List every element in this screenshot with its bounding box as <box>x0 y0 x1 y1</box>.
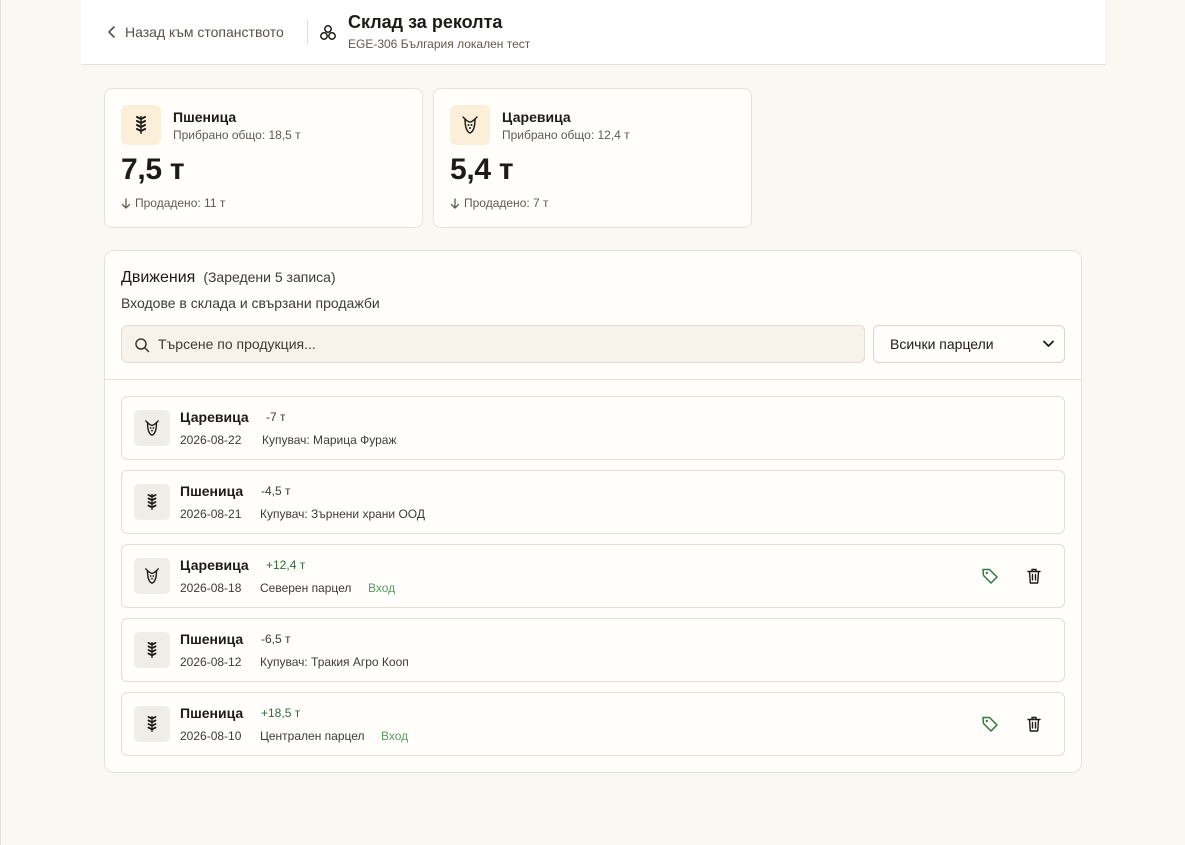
stat-sold: Продадено: 11 т <box>121 196 225 210</box>
tag-icon[interactable] <box>981 715 999 733</box>
row-crop-name: Царевица <box>180 409 249 425</box>
row-detail: Купувач: Тракия Агро Кооп <box>260 655 409 669</box>
page-subtitle: EGE-306 България локален тест <box>348 37 531 51</box>
movements-description: Входове в склада и свързани продажби <box>121 295 380 311</box>
stat-card-corn: Царевица Прибрано общо: 12,4 т 5,4 т Про… <box>433 88 752 228</box>
row-icon-box <box>134 706 170 742</box>
stat-sold-label: Продадено: 11 т <box>135 196 226 210</box>
arrow-down-icon <box>121 197 131 209</box>
stat-sold-label: Продадено: 7 т <box>464 196 549 210</box>
wheat-icon <box>147 641 157 658</box>
stat-harvested-total: Прибрано общо: 12,4 т <box>502 128 630 142</box>
movement-row: Царевица -7 т 2026-08-22 Купувач: Марица… <box>121 396 1065 460</box>
row-icon-box <box>134 632 170 668</box>
search-input[interactable] <box>158 326 848 362</box>
trash-icon[interactable] <box>1025 567 1043 585</box>
movements-heading: Движения (Заредени 5 записа) <box>121 269 336 287</box>
row-detail: Купувач: Зърнени храни ООД <box>260 507 425 521</box>
row-crop-name: Царевица <box>180 557 249 573</box>
row-quantity: -7 т <box>266 410 286 424</box>
movement-row: Пшеница -6,5 т 2026-08-12 Купувач: Траки… <box>121 618 1065 682</box>
search-box[interactable] <box>121 325 865 363</box>
row-date: 2026-08-10 <box>180 729 242 743</box>
row-date: 2026-08-21 <box>180 507 242 521</box>
wheat-icon <box>136 116 146 134</box>
row-quantity: -6,5 т <box>261 632 291 646</box>
row-icon-box <box>134 558 170 594</box>
back-to-farm-link[interactable]: Назад към стопанството <box>107 22 284 42</box>
grain-pile-icon <box>320 25 336 40</box>
wheat-icon <box>147 494 157 510</box>
search-icon <box>135 338 150 353</box>
row-entry-badge: Вход <box>381 729 409 743</box>
corn-icon <box>145 420 159 436</box>
page-left-border <box>0 0 1 845</box>
row-icon-box <box>134 484 170 520</box>
trash-icon[interactable] <box>1025 715 1043 733</box>
row-quantity: +18,5 т <box>261 706 301 720</box>
movements-title: Движения <box>121 269 196 286</box>
row-detail: Купувач: Марица Фураж <box>262 433 397 447</box>
row-quantity: +12,4 т <box>266 558 306 572</box>
chevron-down-icon <box>1043 340 1054 347</box>
row-detail: Северен парцел <box>260 581 352 595</box>
corn-icon <box>462 116 478 134</box>
stat-harvested-total: Прибрано общо: 18,5 т <box>173 128 301 142</box>
stat-sold: Продадено: 7 т <box>450 196 549 210</box>
plot-filter-select[interactable]: Всички парцели <box>873 325 1065 363</box>
stat-icon-box <box>450 105 490 145</box>
tag-icon[interactable] <box>981 567 999 585</box>
movements-card: Движения (Заредени 5 записа) Входове в с… <box>104 250 1082 773</box>
row-icon-box <box>134 410 170 446</box>
page-header: Назад към стопанството Склад за реколта … <box>81 0 1105 65</box>
back-link-label: Назад към стопанството <box>125 24 284 40</box>
movement-row: Пшеница +18,5 т 2026-08-10 Централен пар… <box>121 692 1065 756</box>
movement-row: Пшеница -4,5 т 2026-08-21 Купувач: Зърне… <box>121 470 1065 534</box>
stat-crop-name: Пшеница <box>173 109 237 125</box>
stat-stock-value: 5,4 т <box>450 153 514 186</box>
arrow-down-icon <box>450 197 460 209</box>
stat-stock-value: 7,5 т <box>121 153 185 186</box>
movements-count: (Заредени 5 записа) <box>203 269 336 285</box>
stat-card-wheat: Пшеница Прибрано общо: 18,5 т 7,5 т Прод… <box>104 88 423 228</box>
plot-filter-value: Всички парцели <box>890 336 994 352</box>
row-detail: Централен парцел <box>260 729 365 743</box>
stat-crop-name: Царевица <box>502 109 571 125</box>
row-date: 2026-08-12 <box>180 655 242 669</box>
row-date: 2026-08-18 <box>180 581 242 595</box>
movement-row: Царевица +12,4 т 2026-08-18 Северен парц… <box>121 544 1065 608</box>
row-entry-badge: Вход <box>368 581 396 595</box>
corn-icon <box>145 568 159 584</box>
row-date: 2026-08-22 <box>180 433 242 447</box>
wheat-icon <box>147 715 157 732</box>
page-title: Склад за реколта <box>348 12 503 32</box>
row-crop-name: Пшеница <box>180 483 244 499</box>
stat-icon-box <box>121 105 161 145</box>
header-divider <box>307 20 308 44</box>
row-crop-name: Пшеница <box>180 705 244 721</box>
row-crop-name: Пшеница <box>180 631 244 647</box>
movements-divider <box>105 379 1081 380</box>
chevron-left-icon <box>108 26 115 38</box>
row-quantity: -4,5 т <box>261 484 291 498</box>
